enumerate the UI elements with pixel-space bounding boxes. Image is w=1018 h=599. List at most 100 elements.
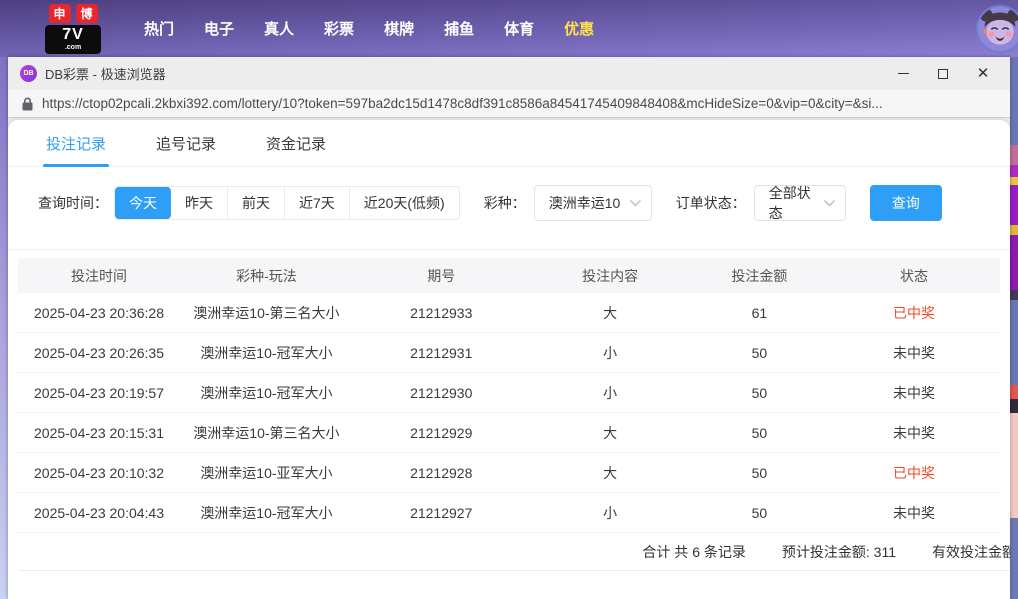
nav-item-彩票[interactable]: 彩票 <box>324 18 354 39</box>
cell-status: 未中奖 <box>893 344 936 361</box>
cell-status: 未中奖 <box>893 504 936 521</box>
time-filter-label: 查询时间： <box>38 195 108 211</box>
nav-item-真人[interactable]: 真人 <box>264 18 294 39</box>
cell-bet-amount: 50 <box>751 464 768 481</box>
records-panel: 投注记录 追号记录 资金记录 查询时间： 今天 昨天 前天 近7天 近20天(低频) 彩… <box>8 120 1010 599</box>
url-text[interactable]: https://ctop02pcali.2kbxi392.com/lottery… <box>42 96 883 111</box>
order-status-select[interactable]: 全部状态 <box>753 185 846 221</box>
summary-valid-amount: 有效投注金额 <box>932 543 1010 560</box>
cell-bet-amount: 50 <box>751 384 768 401</box>
table-row: 2025-04-23 20:10:32 澳洲幸运10-亚军大小 21212928… <box>18 453 1000 493</box>
nav-item-电子[interactable]: 电子 <box>204 18 234 39</box>
minimize-button[interactable] <box>896 67 910 81</box>
column-header: 期号 <box>427 267 456 284</box>
cell-status: 未中奖 <box>893 424 936 441</box>
time-filter-option[interactable]: 近7天 <box>284 187 349 219</box>
record-tabs: 投注记录 追号记录 资金记录 <box>8 120 1010 167</box>
tab-资金记录[interactable]: 资金记录 <box>266 120 326 166</box>
cell-game-play: 澳洲幸运10-冠军大小 <box>200 384 333 401</box>
nav-item-体育[interactable]: 体育 <box>504 18 534 39</box>
browser-title-bar[interactable]: DB DB彩票 - 极速浏览器 ✕ <box>8 57 1010 90</box>
table-header-row: 投注时间 彩种-玩法 期号 投注内容 投注金额 状态 <box>18 258 1000 293</box>
time-filter-option[interactable]: 近20天(低频) <box>348 187 459 219</box>
cell-issue-number: 21212927 <box>410 504 473 521</box>
bet-records-table: 投注时间 彩种-玩法 期号 投注内容 投注金额 状态 2025-04-23 20:36:2… <box>18 258 1000 533</box>
cell-bet-time: 2025-04-23 20:36:28 <box>34 304 164 321</box>
maximize-button[interactable] <box>936 67 950 81</box>
nav-item-棋牌[interactable]: 棋牌 <box>384 18 414 39</box>
user-avatar[interactable] <box>976 5 1018 53</box>
tab-label: 投注记录 <box>46 135 107 153</box>
chevron-down-icon <box>823 199 835 207</box>
cell-game-play: 澳洲幸运10-亚军大小 <box>200 464 333 481</box>
cell-bet-amount: 50 <box>751 424 768 441</box>
background-page-left-sliver <box>0 57 8 599</box>
tab-追号记录[interactable]: 追号记录 <box>156 120 216 166</box>
minimize-icon <box>897 73 909 74</box>
cell-game-play: 澳洲幸运10-第三名大小 <box>193 304 340 321</box>
close-icon: ✕ <box>976 65 990 82</box>
browser-tab-favicon: DB <box>20 65 37 82</box>
avatar-illustration <box>978 7 1018 51</box>
tab-label: 资金记录 <box>266 135 327 153</box>
background-page-right-sliver <box>1010 57 1018 599</box>
cell-bet-content: 小 <box>603 384 618 401</box>
cell-bet-content: 小 <box>603 344 618 361</box>
cell-bet-time: 2025-04-23 20:10:32 <box>34 464 164 481</box>
cell-bet-amount: 61 <box>751 304 768 321</box>
cell-issue-number: 21212929 <box>410 424 473 441</box>
cell-issue-number: 21212933 <box>410 304 473 321</box>
cell-status: 已中奖 <box>893 464 936 481</box>
browser-address-bar[interactable]: https://ctop02pcali.2kbxi392.com/lottery… <box>8 90 1010 118</box>
cell-bet-content: 大 <box>603 464 618 481</box>
cell-status: 未中奖 <box>893 384 936 401</box>
time-filter-option[interactable]: 今天 <box>115 187 171 219</box>
order-status-filter-label: 订单状态： <box>675 195 746 211</box>
cell-game-play: 澳洲幸运10-第三名大小 <box>193 424 340 441</box>
lottery-select[interactable]: 澳洲幸运10 <box>533 185 652 221</box>
cell-bet-content: 大 <box>603 424 618 441</box>
column-header: 投注内容 <box>582 267 639 284</box>
close-button[interactable]: ✕ <box>976 65 990 82</box>
chevron-down-icon <box>629 199 641 207</box>
nav-item-优惠[interactable]: 优惠 <box>564 18 594 39</box>
browser-window: DB DB彩票 - 极速浏览器 ✕ https://ctop02pcali.2k… <box>8 57 1010 599</box>
cell-bet-time: 2025-04-23 20:26:35 <box>34 344 164 361</box>
page-content: 投注记录 追号记录 资金记录 查询时间： 今天 昨天 前天 近7天 近20天(低频) 彩… <box>8 118 1010 599</box>
nav-item-捕鱼[interactable]: 捕鱼 <box>444 18 474 39</box>
column-header: 状态 <box>900 267 929 284</box>
cell-bet-content: 小 <box>603 504 618 521</box>
table-row: 2025-04-23 20:26:35 澳洲幸运10-冠军大小 21212931… <box>18 333 1000 373</box>
site-top-bar: 申 博 7V .com 热门 电子 真人 彩票 棋牌 捕鱼 体育 优惠 <box>0 0 1018 57</box>
section-divider <box>8 249 1010 250</box>
table-body: 2025-04-23 20:36:28 澳洲幸运10-第三名大小 2121293… <box>18 293 1000 533</box>
active-tab-underline <box>43 164 109 167</box>
logo-badge-shen: 申 <box>48 3 71 23</box>
tab-投注记录[interactable]: 投注记录 <box>43 120 109 167</box>
cell-bet-time: 2025-04-23 20:15:31 <box>34 424 164 441</box>
time-filter-option[interactable]: 前天 <box>227 187 284 219</box>
site-logo[interactable]: 申 博 7V .com <box>45 3 101 54</box>
maximize-icon <box>938 68 948 79</box>
column-header: 彩种-玩法 <box>236 267 297 284</box>
tab-label: 追号记录 <box>156 135 217 153</box>
table-row: 2025-04-23 20:19:57 澳洲幸运10-冠军大小 21212930… <box>18 373 1000 413</box>
table-row: 2025-04-23 20:04:43 澳洲幸运10-冠军大小 21212927… <box>18 493 1000 533</box>
table-row: 2025-04-23 20:36:28 澳洲幸运10-第三名大小 2121293… <box>18 293 1000 333</box>
browser-window-title: DB彩票 - 极速浏览器 <box>45 67 166 82</box>
cell-game-play: 澳洲幸运10-冠军大小 <box>200 504 333 521</box>
time-filter-option[interactable]: 昨天 <box>171 187 227 219</box>
logo-badges: 申 博 <box>48 3 98 23</box>
filter-bar: 查询时间： 今天 昨天 前天 近7天 近20天(低频) 彩种： 澳洲幸运10 订单状态：… <box>38 185 1010 221</box>
summary-total-records: 合计 共 6 条记录 <box>642 543 746 560</box>
cell-bet-time: 2025-04-23 20:19:57 <box>34 384 164 401</box>
lottery-select-value: 澳洲幸运10 <box>548 195 621 211</box>
column-header: 投注时间 <box>71 267 127 284</box>
search-button[interactable]: 查询 <box>869 185 942 221</box>
column-header: 投注金额 <box>731 267 788 284</box>
nav-item-热门[interactable]: 热门 <box>144 18 174 39</box>
main-nav: 热门 电子 真人 彩票 棋牌 捕鱼 体育 优惠 <box>129 18 609 39</box>
cell-bet-time: 2025-04-23 20:04:43 <box>34 504 164 521</box>
window-controls: ✕ <box>896 65 990 82</box>
cell-issue-number: 21212931 <box>410 344 473 361</box>
